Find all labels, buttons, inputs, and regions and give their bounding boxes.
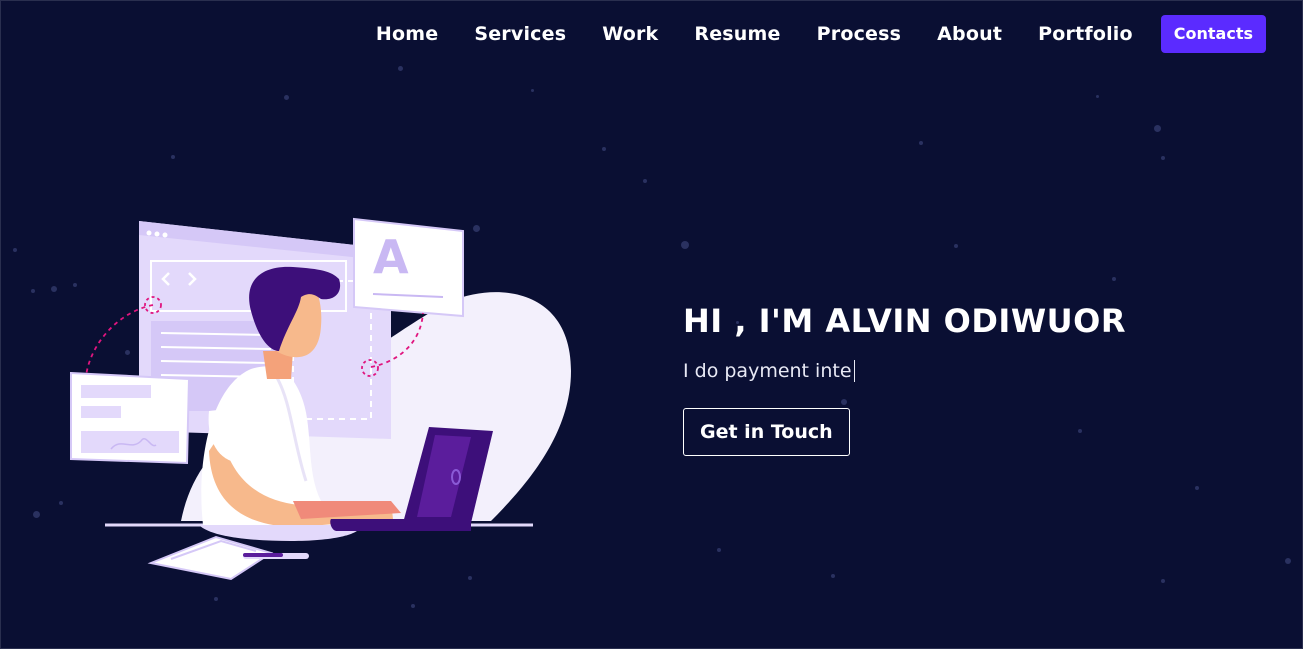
top-navigation: Home Services Work Resume Process About … — [376, 15, 1266, 53]
nav-services[interactable]: Services — [474, 15, 566, 53]
typography-card: A — [353, 217, 464, 318]
nav-work[interactable]: Work — [602, 15, 658, 53]
developer-at-laptop-illustration: A — [70, 217, 571, 581]
page-frame: Home Services Work Resume Process About … — [0, 0, 1303, 649]
letter-a-glyph: A — [373, 230, 409, 284]
hero-illustration: A — [31, 201, 591, 591]
nav-home[interactable]: Home — [376, 15, 438, 53]
hero-typed-subtitle: I do payment inte — [683, 357, 1243, 385]
papers-on-desk — [147, 535, 309, 581]
form-card — [70, 371, 191, 465]
nav-resume[interactable]: Resume — [694, 15, 780, 53]
nav-portfolio[interactable]: Portfolio — [1038, 15, 1133, 53]
hero-subtitle-text: I do payment inte — [683, 360, 852, 382]
hero-title: HI , I'M ALVIN ODIWUOR — [683, 302, 1126, 340]
get-in-touch-button[interactable]: Get in Touch — [683, 408, 850, 456]
nav-process[interactable]: Process — [817, 15, 902, 53]
hero-text-block: HI , I'M ALVIN ODIWUOR I do payment inte… — [683, 297, 1243, 456]
nav-about[interactable]: About — [937, 15, 1002, 53]
typing-cursor — [853, 360, 855, 382]
contacts-button[interactable]: Contacts — [1160, 15, 1266, 53]
